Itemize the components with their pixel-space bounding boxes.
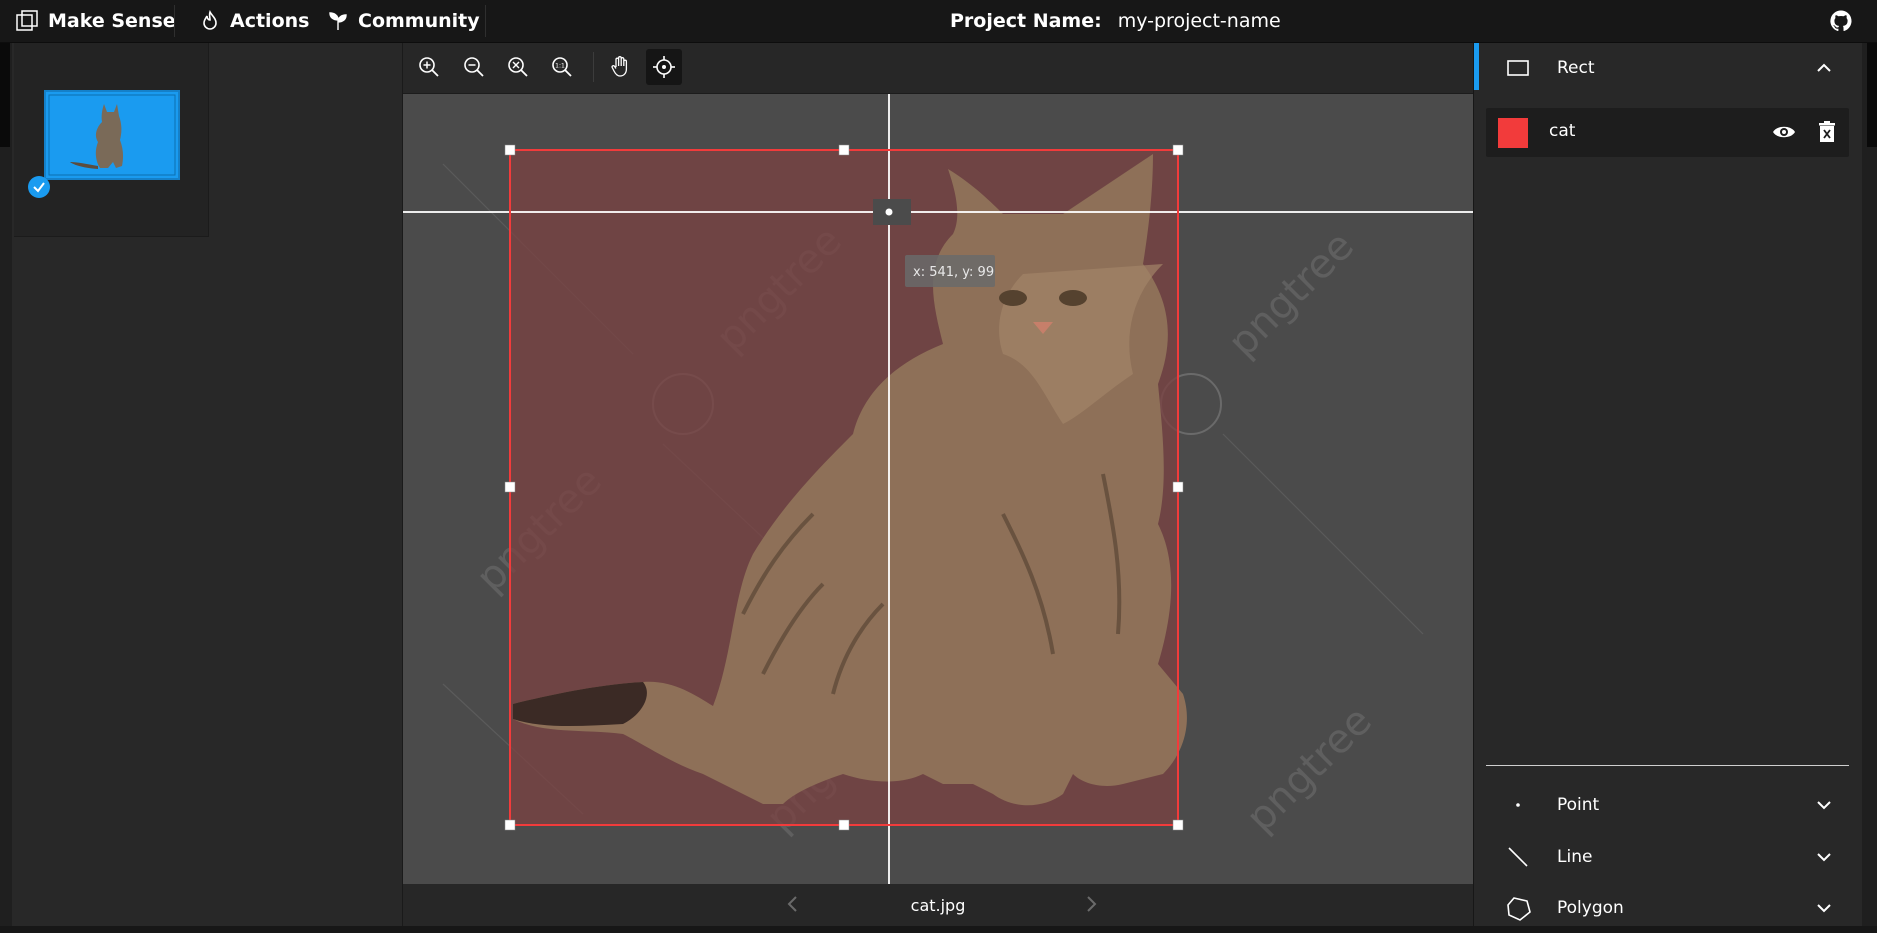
svg-text:1:1: 1:1 <box>555 63 565 70</box>
current-filename: cat.jpg <box>910 895 966 915</box>
fire-icon <box>200 10 220 32</box>
point-label: Point <box>1557 795 1600 815</box>
delete-icon[interactable] <box>1817 120 1837 144</box>
image-thumbnail-card[interactable] <box>14 43 209 237</box>
line-label: Line <box>1557 847 1593 867</box>
top-navigation-bar: Make Sense Actions Community Project Nam… <box>0 0 1877 43</box>
resize-handle-se <box>1172 819 1184 831</box>
chevron-down-icon[interactable] <box>1814 898 1834 918</box>
resize-handle-e <box>1172 481 1184 493</box>
labeled-check-icon <box>28 176 50 198</box>
chevron-up-icon[interactable] <box>1814 58 1834 78</box>
labels-side-tab[interactable] <box>1862 43 1877 926</box>
polygon-icon <box>1506 896 1532 922</box>
chevron-down-icon[interactable] <box>1814 847 1834 867</box>
eye-icon[interactable] <box>1772 122 1796 142</box>
rectangle-icon <box>1506 56 1530 80</box>
accordion-rect[interactable]: Rect <box>1474 43 1862 93</box>
zoom-out-button[interactable] <box>456 49 492 85</box>
resize-handle-s <box>838 819 850 831</box>
project-name-section: Project Name: my-project-name <box>950 0 1281 42</box>
actions-label: Actions <box>230 10 310 32</box>
chevron-down-icon[interactable] <box>1814 795 1834 815</box>
toolbar-divider <box>593 52 594 82</box>
project-name-input[interactable]: my-project-name <box>1118 10 1281 32</box>
resize-handle-nw <box>504 144 516 156</box>
zoom-fit-icon <box>506 55 530 79</box>
resize-handle-ne <box>1172 144 1184 156</box>
resize-handle-n <box>838 144 850 156</box>
next-image-button[interactable] <box>1079 892 1103 916</box>
zoom-actual-size-button[interactable]: 1:1 <box>544 49 580 85</box>
crosshair-tool-button[interactable] <box>646 49 682 85</box>
resize-handle-sw <box>504 819 516 831</box>
sprout-icon <box>328 10 348 32</box>
community-menu-button[interactable]: Community <box>328 0 480 42</box>
line-icon <box>1506 845 1530 869</box>
zoom-in-button[interactable] <box>411 49 447 85</box>
zoom-in-icon <box>417 55 441 79</box>
zoom-actual-size-icon: 1:1 <box>550 55 574 79</box>
github-icon <box>1829 9 1853 33</box>
label-color-swatch[interactable] <box>1498 118 1528 148</box>
editor-toolbar: 1:1 <box>403 43 1473 94</box>
images-tab-handle[interactable] <box>0 43 10 147</box>
resize-handle-w <box>504 481 516 493</box>
polygon-label: Polygon <box>1557 898 1624 918</box>
labels-tab-handle[interactable] <box>1867 43 1877 147</box>
make-sense-logo-icon <box>16 10 38 32</box>
project-name-label: Project Name: <box>950 10 1102 32</box>
community-label: Community <box>358 10 480 32</box>
topbar-divider <box>174 5 175 37</box>
brand-logo[interactable]: Make Sense <box>16 0 176 42</box>
labels-panel: Rect cat Point Line Polygon <box>1474 43 1862 926</box>
images-panel <box>12 43 404 926</box>
pan-hand-icon <box>608 55 632 79</box>
canvas-drawing[interactable]: pngtree pngtree pngtree pngtree pngtree <box>403 94 1473 884</box>
pan-tool-button[interactable] <box>602 49 638 85</box>
brand-name: Make Sense <box>48 10 176 32</box>
point-icon <box>1506 793 1530 817</box>
zoom-out-icon <box>462 55 486 79</box>
crosshair-center-dot <box>885 208 893 216</box>
cursor-position-readout: x: 541, y: 99 <box>913 265 994 280</box>
actions-menu-button[interactable]: Actions <box>200 0 309 42</box>
image-navigation-bar: cat.jpg <box>403 884 1473 926</box>
label-list-item[interactable]: cat <box>1486 108 1849 157</box>
zoom-fit-button[interactable] <box>500 49 536 85</box>
label-name[interactable]: cat <box>1549 121 1575 141</box>
active-indicator <box>1474 43 1479 90</box>
images-side-tab[interactable] <box>0 43 12 926</box>
image-thumbnail[interactable] <box>44 90 180 180</box>
accordion-line[interactable]: Line <box>1474 832 1862 882</box>
crosshair-icon <box>652 55 676 79</box>
accordion-point[interactable]: Point <box>1474 780 1862 830</box>
image-canvas[interactable]: pngtree pngtree pngtree pngtree pngtree <box>403 94 1473 884</box>
chevron-right-icon <box>1079 892 1103 916</box>
panel-divider <box>1486 765 1849 766</box>
github-link[interactable] <box>1829 9 1853 33</box>
rect-label: Rect <box>1557 58 1595 78</box>
topbar-divider <box>485 5 486 37</box>
